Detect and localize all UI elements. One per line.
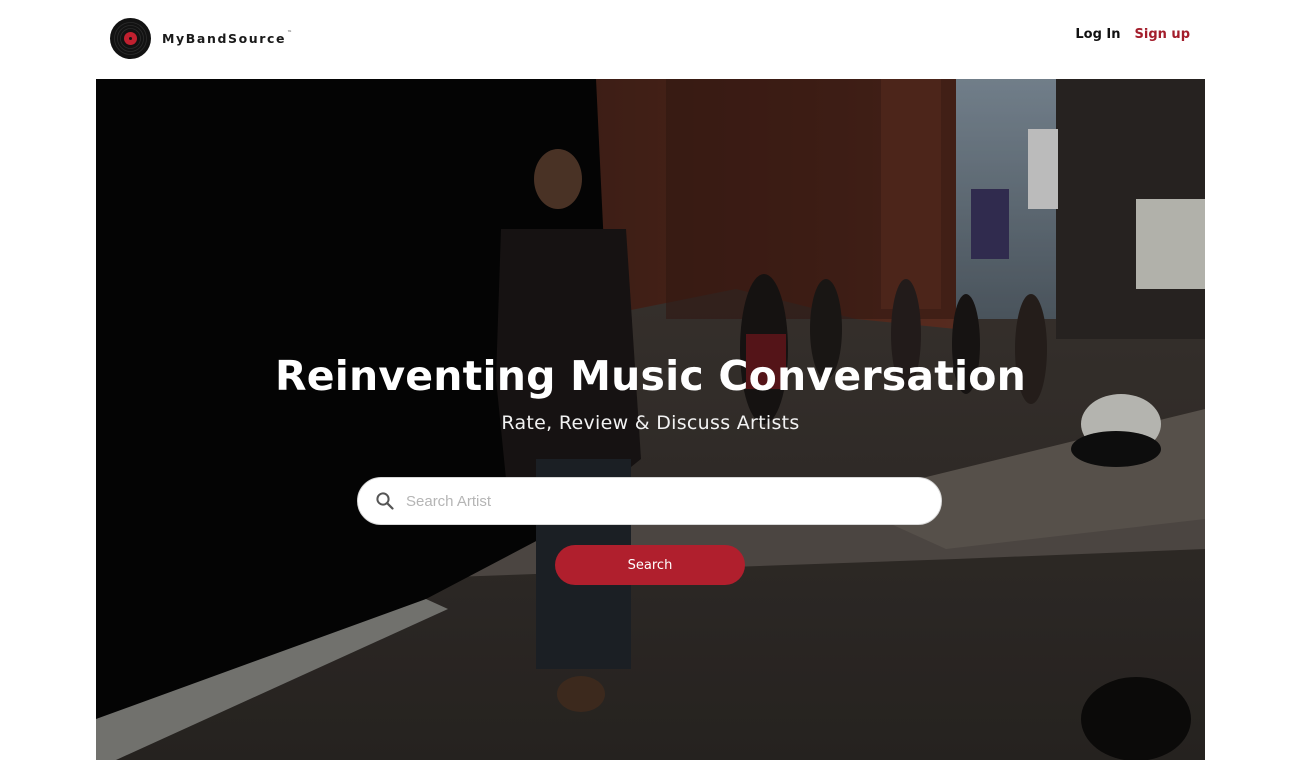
- hero-section: Reinventing Music Conversation Rate, Rev…: [96, 79, 1205, 760]
- hero-subheadline: Rate, Review & Discuss Artists: [501, 412, 800, 434]
- brand-name: MyBandSource ™: [162, 30, 293, 46]
- search-icon: [376, 492, 394, 510]
- hero-headline: Reinventing Music Conversation: [274, 352, 1027, 400]
- login-link[interactable]: Log In: [1075, 27, 1120, 42]
- brand-logo[interactable]: MyBandSource ™: [110, 18, 293, 59]
- top-nav: Log In Sign up: [1075, 27, 1190, 42]
- trademark-mark: ™: [287, 30, 293, 36]
- signup-link[interactable]: Sign up: [1135, 27, 1190, 42]
- search-artist-input[interactable]: [406, 481, 926, 521]
- site-header: MyBandSource ™ Log In Sign up: [0, 0, 1307, 79]
- vinyl-record-icon: [110, 18, 151, 59]
- search-button[interactable]: Search: [555, 545, 745, 585]
- artist-search-bar[interactable]: [357, 477, 942, 525]
